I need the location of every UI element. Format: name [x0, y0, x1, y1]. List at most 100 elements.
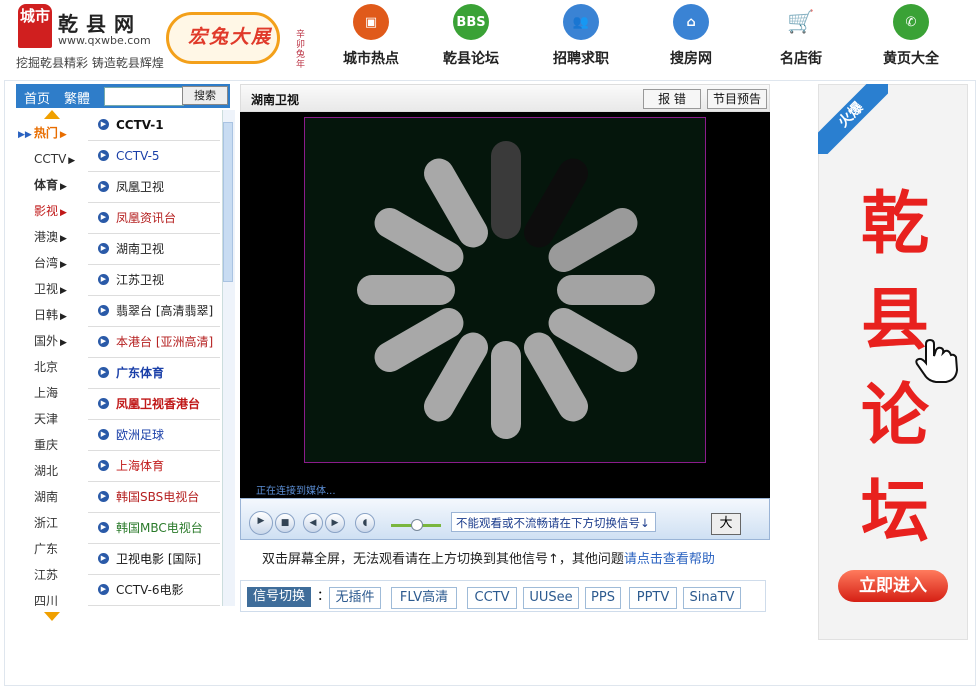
nav-item-5[interactable]: ✆ 黄页大全: [866, 4, 956, 74]
channel-label: 广东体育: [116, 366, 165, 380]
bbs-icon[interactable]: BBS: [453, 4, 489, 40]
category-item[interactable]: ▶▶ 热门 ▶: [18, 120, 86, 146]
signal-option[interactable]: CCTV: [467, 587, 517, 609]
channel-item[interactable]: ▶ 湖南卫视: [88, 234, 220, 265]
volume-slider-knob[interactable]: [411, 519, 423, 531]
channel-bullet-icon: ▶: [98, 305, 109, 316]
help-link[interactable]: 请点击查看帮助: [624, 552, 715, 567]
channel-item[interactable]: ▶ 欧洲足球: [88, 420, 220, 451]
schedule-button[interactable]: 节目预告: [707, 89, 767, 109]
player-channel-title: 湖南卫视: [251, 93, 300, 107]
enlarge-button[interactable]: 大: [711, 513, 741, 535]
category-label: 体育: [34, 178, 59, 192]
channel-bullet-icon: ▶: [98, 429, 109, 440]
signal-option[interactable]: 无插件: [329, 587, 381, 609]
search-button[interactable]: 搜索: [182, 86, 228, 105]
active-category-icon: ▶▶: [18, 130, 32, 140]
channel-item[interactable]: ▶ 广东体育: [88, 358, 220, 389]
category-label: 港澳: [34, 230, 59, 244]
spinner-spoke: [557, 275, 655, 305]
rabbit-year-text: 宏兔大展: [188, 26, 273, 48]
logo-site-name[interactable]: 乾县网: [58, 8, 142, 37]
help-line: 双击屏幕全屏，无法观看请在上方切换到其他信号↑，其他问题请点击查看帮助: [262, 548, 715, 567]
category-arrow-icon: ▶: [68, 156, 76, 166]
logo-url: www.qxwbe.com: [58, 34, 151, 47]
category-label: 湖北: [34, 464, 59, 478]
player-tip-box: 不能观看或不流畅请在下方切换信号↓: [451, 512, 656, 532]
loading-spinner: [304, 117, 706, 463]
search-input[interactable]: [104, 87, 184, 106]
signal-option[interactable]: UUSee: [523, 587, 579, 609]
player-header: 湖南卫视 报 错 节目预告: [240, 84, 770, 112]
left-top-bar: 首页 繁體 搜索: [16, 84, 230, 108]
play-icon[interactable]: ▶: [249, 511, 273, 535]
channel-label: CCTV-1: [116, 118, 164, 132]
nav-label: 乾县论坛: [443, 51, 499, 67]
house-icon[interactable]: ⌂: [673, 4, 709, 40]
channel-bullet-icon: ▶: [98, 522, 109, 533]
channel-label: 韩国MBC电视台: [116, 521, 203, 535]
hot-ribbon: 火爆: [818, 84, 888, 154]
channel-item[interactable]: ▶ 上海体育: [88, 451, 220, 482]
channel-item[interactable]: ▶ 翡翠台 [高清翡翠]: [88, 296, 220, 327]
category-label: 广东: [34, 542, 59, 556]
nav-item-2[interactable]: 👥 招聘求职: [536, 4, 626, 74]
channel-item[interactable]: ▶ CCTV-5: [88, 141, 220, 172]
site-header: 城市 乾县网 www.qxwbe.com 挖掘乾县精彩 铸造乾县辉煌 宏兔大展 …: [0, 0, 980, 80]
player-status-text: 正在连接到媒体...: [256, 486, 336, 497]
tv-icon[interactable]: ▣: [353, 4, 389, 40]
nav-item-3[interactable]: ⌂ 搜房网: [646, 4, 736, 74]
traditional-link[interactable]: 繁體: [64, 88, 90, 107]
phone-icon[interactable]: ✆: [893, 4, 929, 40]
nav-label: 招聘求职: [553, 51, 609, 67]
signal-option[interactable]: PPS: [585, 587, 621, 609]
channel-item[interactable]: ▶ 本港台 [亚洲高清]: [88, 327, 220, 358]
nav-item-4[interactable]: 🛒 名店街: [756, 4, 846, 74]
next-icon[interactable]: ▶: [325, 513, 345, 533]
volume-icon[interactable]: ◖: [355, 513, 375, 533]
channel-scrollbar-thumb[interactable]: [223, 122, 233, 282]
people-icon[interactable]: 👥: [563, 4, 599, 40]
category-label: 江苏: [34, 568, 59, 582]
nav-label: 名店街: [780, 51, 822, 67]
home-link[interactable]: 首页: [24, 88, 50, 107]
category-arrow-icon: ▶: [60, 260, 67, 270]
category-arrow-icon: ▶: [60, 338, 67, 348]
category-scroll-down-icon[interactable]: [44, 612, 60, 621]
channel-item[interactable]: ▶ 凤凰卫视: [88, 172, 220, 203]
category-label: 热门: [33, 126, 58, 140]
channel-item[interactable]: ▶ 凤凰卫视香港台: [88, 389, 220, 420]
channel-bullet-icon: ▶: [98, 460, 109, 471]
nav-item-0[interactable]: ▣ 城市热点: [326, 4, 416, 74]
channel-item[interactable]: ▶ 韩国MBC电视台: [88, 513, 220, 544]
signal-option[interactable]: FLV高清: [391, 587, 457, 609]
category-arrow-icon: ▶: [60, 312, 67, 322]
cart-icon[interactable]: 🛒: [783, 4, 819, 40]
channel-label: 江苏卫视: [116, 273, 165, 287]
channel-item[interactable]: ▶ 韩国SBS电视台: [88, 482, 220, 513]
channel-item[interactable]: ▶ CCTV-1: [88, 110, 220, 141]
logo-city-badge[interactable]: 城市: [18, 4, 52, 48]
channel-bullet-icon: ▶: [98, 274, 109, 285]
channel-label: 卫视电影 [国际]: [116, 552, 202, 566]
signal-option[interactable]: SinaTV: [683, 587, 741, 609]
category-arrow-icon: ▶: [60, 182, 67, 192]
nav-item-1[interactable]: BBS 乾县论坛: [426, 4, 516, 74]
channel-item[interactable]: ▶ 江苏卫视: [88, 265, 220, 296]
channel-label: 本港台 [亚洲高清]: [116, 335, 214, 349]
category-arrow-icon: ▶: [60, 286, 67, 296]
signal-option[interactable]: PPTV: [629, 587, 677, 609]
category-scroll-up-icon[interactable]: [44, 110, 60, 119]
signal-switch-label: 信号切换: [247, 587, 311, 607]
channel-item[interactable]: ▶ 凤凰资讯台: [88, 203, 220, 234]
category-label: 湖南: [34, 490, 59, 504]
channel-item[interactable]: ▶ CCTV-6电影: [88, 575, 220, 606]
report-error-button[interactable]: 报 错: [643, 89, 701, 109]
stop-icon[interactable]: ■: [275, 513, 295, 533]
channel-label: 翡翠台 [高清翡翠]: [116, 304, 214, 318]
category-label: 四川: [34, 594, 59, 608]
enter-forum-button[interactable]: 立即进入: [838, 570, 948, 602]
channel-item[interactable]: ▶ 卫视电影 [国际]: [88, 544, 220, 575]
channel-bullet-icon: ▶: [98, 181, 109, 192]
previous-icon[interactable]: ◀: [303, 513, 323, 533]
